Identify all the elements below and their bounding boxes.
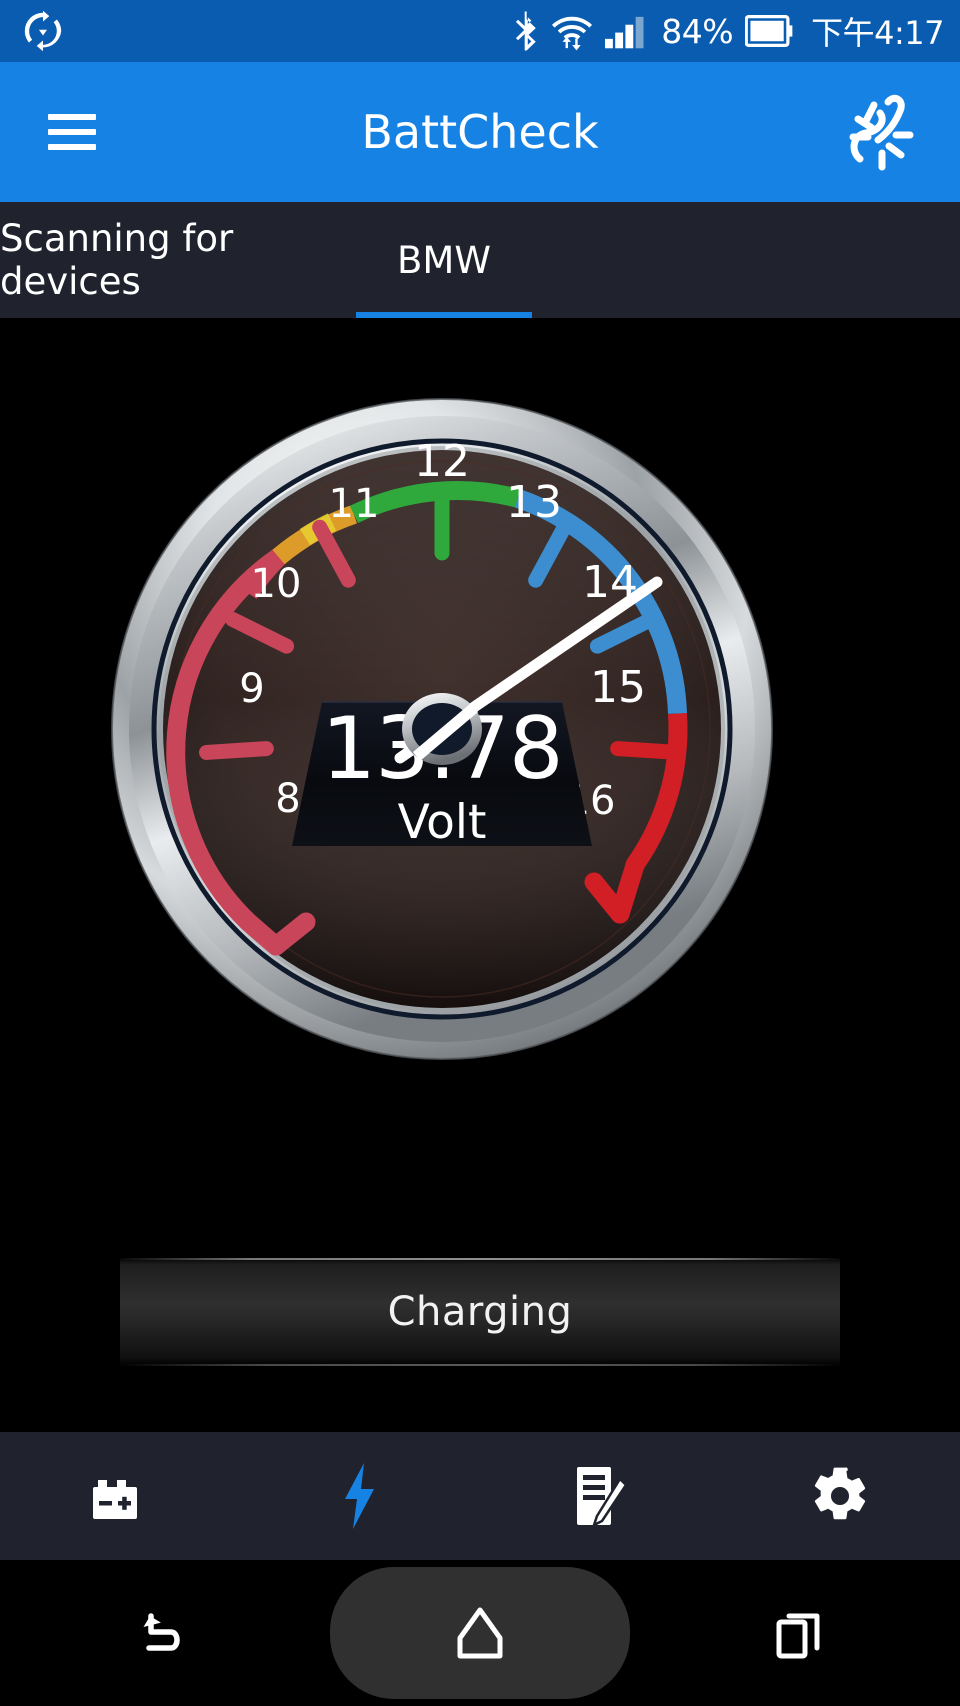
gauge-hub	[402, 693, 482, 765]
wifi-icon	[552, 16, 593, 51]
tab-bmw[interactable]: BMW	[356, 202, 532, 318]
charging-status-bar: Charging	[120, 1258, 840, 1366]
car-battery-icon	[93, 1480, 137, 1519]
bluetooth-icon	[516, 11, 537, 51]
gauge-tick-12: 12	[414, 436, 470, 487]
toolbar-item-settings[interactable]	[720, 1432, 960, 1560]
status-bar-right-cluster: 84% 下午4:17	[513, 0, 944, 62]
toolbar-item-log[interactable]	[480, 1432, 720, 1560]
tab-scanning-for-devices[interactable]: Scanning for devices	[0, 202, 356, 318]
voltage-gauge: 8 9 10 11 12 13 14 15 16 13.78 Volt	[100, 354, 860, 1114]
recents-icon	[776, 1613, 820, 1659]
battery-percent-label: 84%	[661, 11, 734, 51]
gauge-tick-9: 9	[239, 666, 264, 712]
battery-icon	[745, 15, 793, 47]
gauge-tick-10: 10	[251, 561, 302, 607]
home-icon	[457, 1607, 503, 1659]
tab-label: BMW	[397, 238, 491, 282]
signal-bars-icon	[605, 16, 644, 49]
lightning-bolt-icon	[345, 1463, 374, 1529]
nav-back-button[interactable]	[0, 1560, 320, 1706]
bottom-toolbar	[0, 1432, 960, 1560]
nav-home-button[interactable]	[320, 1560, 640, 1706]
clock-label: 下午4:17	[811, 14, 944, 52]
gauge-tick-15: 15	[590, 662, 646, 713]
system-status-bar: 84% 下午4:17	[0, 0, 960, 62]
gauge-unit-label: Volt	[398, 795, 487, 850]
tab-bar: Scanning for devices BMW	[0, 202, 960, 318]
page-title: BattCheck	[361, 105, 599, 159]
toolbar-item-charging[interactable]	[240, 1432, 480, 1560]
android-nav-bar	[0, 1560, 960, 1706]
tab-label: Scanning for devices	[0, 217, 234, 303]
gauge-tick-13: 13	[506, 477, 562, 528]
notes-edit-icon	[577, 1467, 628, 1527]
toolbar-item-battery[interactable]	[0, 1432, 240, 1560]
gear-icon	[814, 1467, 866, 1520]
bluetooth-disconnected-icon[interactable]	[844, 91, 918, 173]
charging-status-label: Charging	[387, 1289, 573, 1335]
nav-recents-button[interactable]	[640, 1560, 960, 1706]
main-content: 8 9 10 11 12 13 14 15 16 13.78 Volt	[0, 318, 960, 1432]
back-arrow-icon	[143, 1613, 180, 1651]
gauge-tick-8: 8	[275, 776, 300, 822]
gauge-tick-11: 11	[329, 481, 380, 527]
app-bar: BattCheck	[0, 62, 960, 202]
phone-screen: 84% 下午4:17 BattCheck Scanning for device…	[0, 0, 960, 1706]
sync-icon	[22, 10, 64, 52]
